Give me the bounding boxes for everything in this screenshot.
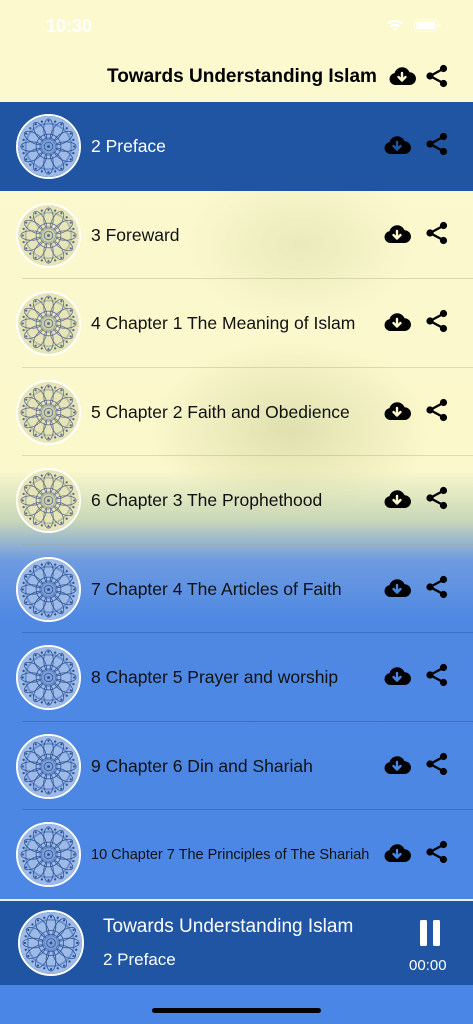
track-artwork: [16, 291, 81, 356]
share-icon[interactable]: [425, 575, 449, 604]
share-all-icon[interactable]: [425, 64, 449, 93]
playback-time: 00:00: [409, 957, 447, 974]
track-title: 7 Chapter 4 The Articles of Faith: [91, 578, 342, 599]
download-icon[interactable]: [383, 310, 411, 339]
list-item[interactable]: 9 Chapter 6 Din and Shariah: [0, 722, 473, 810]
download-all-icon[interactable]: [388, 64, 416, 93]
track-title: 10 Chapter 7 The Principles of The Shari…: [91, 847, 370, 863]
status-time: 10:30: [46, 16, 93, 36]
track-artwork: [16, 468, 81, 533]
share-icon[interactable]: [425, 221, 449, 250]
wifi-icon: [386, 18, 404, 37]
track-title: 5 Chapter 2 Faith and Obedience: [91, 401, 350, 422]
track-title: 3 Foreward: [91, 224, 180, 245]
player-artwork: [18, 910, 84, 976]
list-item[interactable]: 8 Chapter 5 Prayer and worship: [0, 633, 473, 722]
track-list: 2 Preface 3 Foreward 4 Chapter 1 The Mea…: [0, 102, 473, 899]
track-title: 2 Preface: [91, 136, 166, 156]
list-item[interactable]: 3 Foreward: [0, 191, 473, 279]
track-artwork: [16, 733, 81, 799]
pause-button[interactable]: [419, 919, 441, 952]
mini-player[interactable]: Towards Understanding Islam 2 Preface 00…: [0, 899, 473, 985]
download-icon[interactable]: [383, 753, 411, 782]
track-artwork: [16, 822, 81, 887]
pause-icon: [420, 920, 440, 946]
player-subtitle: 2 Preface: [103, 950, 176, 969]
home-indicator[interactable]: [152, 1008, 321, 1013]
list-item[interactable]: 10 Chapter 7 The Principles of The Shari…: [0, 810, 473, 899]
list-item[interactable]: 2 Preface: [0, 102, 473, 191]
list-item[interactable]: 5 Chapter 2 Faith and Obedience: [0, 368, 473, 456]
track-artwork: [16, 379, 81, 445]
header: Towards Understanding Islam: [0, 54, 473, 102]
share-icon[interactable]: [425, 840, 449, 869]
download-icon[interactable]: [383, 576, 411, 605]
share-icon[interactable]: [425, 132, 449, 161]
track-title: 9 Chapter 6 Din and Shariah: [91, 755, 313, 776]
download-icon[interactable]: [383, 133, 411, 162]
track-artwork: [16, 556, 81, 622]
download-icon[interactable]: [383, 841, 411, 870]
download-icon[interactable]: [383, 487, 411, 516]
track-title: 4 Chapter 1 The Meaning of Islam: [91, 313, 356, 333]
track-title: 8 Chapter 5 Prayer and worship: [91, 667, 339, 687]
share-icon[interactable]: [425, 663, 449, 692]
list-item[interactable]: 6 Chapter 3 The Prophethood: [0, 456, 473, 545]
download-icon[interactable]: [383, 222, 411, 251]
download-icon[interactable]: [383, 399, 411, 428]
share-icon[interactable]: [425, 752, 449, 781]
share-icon[interactable]: [425, 398, 449, 427]
share-icon[interactable]: [425, 309, 449, 338]
battery-icon: [414, 18, 441, 37]
track-artwork: [16, 645, 81, 710]
track-artwork: [16, 114, 81, 179]
status-bar: 10:30: [0, 0, 473, 54]
page-title: Towards Understanding Islam: [107, 66, 377, 87]
list-item[interactable]: 4 Chapter 1 The Meaning of Islam: [0, 279, 473, 368]
list-item[interactable]: 7 Chapter 4 The Articles of Faith: [0, 545, 473, 633]
track-title: 6 Chapter 3 The Prophethood: [91, 490, 323, 510]
download-icon[interactable]: [383, 664, 411, 693]
share-icon[interactable]: [425, 486, 449, 515]
player-title: Towards Understanding Islam: [103, 916, 354, 937]
track-artwork: [16, 202, 81, 268]
